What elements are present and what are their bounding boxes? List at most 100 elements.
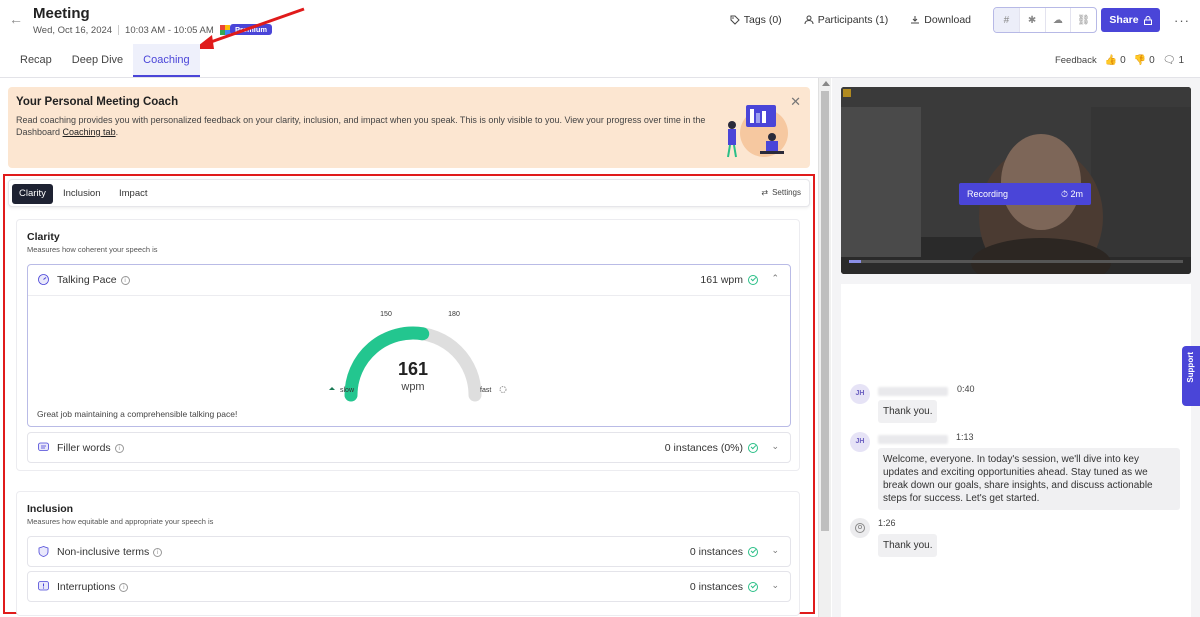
chevron-down-icon[interactable]: ⌄: [771, 545, 779, 556]
info-icon[interactable]: i: [119, 582, 129, 592]
info-icon[interactable]: i: [153, 547, 163, 557]
comments-button[interactable]: 🗨 1: [1163, 55, 1184, 66]
video-player[interactable]: Recording ⏱ 2m: [841, 87, 1191, 274]
recording-pill: Recording ⏱ 2m: [959, 183, 1091, 205]
shield-icon: [38, 546, 49, 557]
settings-label: Settings: [772, 188, 801, 197]
scrollbar-thumb[interactable]: [821, 91, 829, 531]
download-icon: [911, 16, 920, 24]
filler-words-row[interactable]: Filler words i 0 instances (0%) ⌄: [27, 432, 791, 463]
chevron-down-icon[interactable]: ⌄: [771, 580, 779, 591]
non-inclusive-value: 0 instances: [689, 546, 743, 558]
chat-bubble-icon: [38, 442, 49, 451]
close-icon[interactable]: ✕: [790, 94, 801, 110]
thumbs-down-icon: 👎: [1133, 55, 1147, 66]
filler-words-label: Filler words: [57, 442, 111, 454]
slow-label: slow: [340, 387, 355, 394]
header-actions: Tags (0) Participants (1) Download # ✱ ☁…: [730, 7, 1200, 33]
user-icon: [855, 523, 865, 533]
speaker-name-redacted: [878, 387, 948, 396]
feedback-bar: Feedback 👍 0 👎 0 🗨 1: [1055, 55, 1184, 66]
speaker-name-redacted: [878, 435, 948, 444]
left-panel-scrollbar[interactable]: [818, 78, 831, 617]
inclusion-description: Measures how equitable and appropriate y…: [27, 517, 214, 526]
feedback-label: Feedback: [1054, 55, 1097, 66]
slack-icon[interactable]: #: [994, 8, 1020, 32]
meta-divider: [118, 25, 120, 35]
recording-panel: Recording ⏱ 2m JH 0:40 Thank you. JH 1:1…: [832, 78, 1200, 617]
integrations-group: # ✱ ☁ ⛓: [993, 7, 1097, 33]
transcript-text: Thank you.: [878, 534, 938, 557]
non-inclusive-terms-row[interactable]: Non-inclusive terms i 0 instances ⌄: [27, 536, 791, 567]
interruptions-row[interactable]: Interruptions i 0 instances ⌄: [27, 571, 791, 602]
talking-pace-value-group: 161 wpm: [700, 274, 758, 286]
filler-words-label-group: Filler words i: [57, 442, 124, 454]
video-frame: [841, 87, 1191, 274]
subtab-impact[interactable]: Impact: [112, 184, 155, 204]
main-tabs: Recap Deep Dive Coaching: [10, 44, 200, 77]
premium-badge: Premium: [230, 24, 273, 35]
coaching-tab-link[interactable]: Coaching tab: [63, 127, 116, 137]
user-icon: [804, 15, 814, 25]
hubspot-icon[interactable]: ✱: [1020, 8, 1046, 32]
filler-words-value: 0 instances (0%): [664, 442, 743, 454]
inclusion-title: Inclusion: [27, 503, 74, 515]
slow-indicator-icon: [329, 387, 335, 390]
subtab-clarity[interactable]: Clarity: [12, 184, 53, 204]
non-inclusive-label: Non-inclusive terms: [57, 546, 150, 558]
salesforce-icon[interactable]: ☁: [1046, 8, 1072, 32]
alert-bubble-icon: [38, 581, 49, 591]
tab-coaching[interactable]: Coaching: [133, 44, 200, 77]
check-circle-icon: [748, 275, 758, 285]
subtab-inclusion[interactable]: Inclusion: [56, 184, 108, 204]
participants-button[interactable]: Participants (1): [804, 14, 888, 26]
interruptions-label: Interruptions: [57, 581, 116, 593]
tags-label: Tags (0): [743, 14, 782, 26]
transcript-entry: JH 1:13 Welcome, everyone. In today's se…: [850, 432, 1190, 512]
pace-gauge: 150 180 161 wpm slow fast: [329, 311, 507, 402]
share-button[interactable]: Share: [1101, 8, 1160, 32]
chevron-up-icon[interactable]: ⌃: [771, 273, 779, 284]
download-button[interactable]: Download: [910, 14, 971, 26]
talking-pace-label: Talking Pace: [57, 274, 117, 286]
tab-recap[interactable]: Recap: [10, 44, 62, 77]
interruptions-label-group: Interruptions i: [57, 581, 129, 593]
tab-deep-dive[interactable]: Deep Dive: [62, 44, 133, 77]
settings-button[interactable]: ⇄ Settings: [761, 188, 801, 197]
thumbs-down-button[interactable]: 👎 0: [1134, 55, 1155, 66]
coach-illustration: [727, 105, 788, 158]
talking-pace-row[interactable]: Talking Pace i 161 wpm ⌃ 150 180 161 wpm…: [27, 264, 791, 427]
transcript-timestamp[interactable]: 1:26: [878, 518, 896, 528]
talking-pace-label-group: Talking Pace i: [57, 274, 130, 286]
thumbs-up-count: 0: [1120, 55, 1126, 66]
link-icon[interactable]: ⛓: [1071, 8, 1096, 32]
comments-count: 1: [1178, 55, 1184, 66]
info-icon[interactable]: i: [120, 275, 130, 285]
info-icon[interactable]: i: [114, 443, 124, 453]
transcript-entry: 1:26 Thank you.: [850, 518, 1190, 558]
avatar: JH: [850, 432, 870, 452]
scroll-up-arrow-icon[interactable]: [822, 81, 830, 86]
gauge-max-label: 180: [448, 311, 460, 318]
check-circle-icon: [748, 547, 758, 557]
chevron-down-icon[interactable]: ⌄: [771, 441, 779, 452]
coaching-subtabs: Clarity Inclusion Impact ⇄ Settings: [8, 179, 810, 207]
transcript-timestamp[interactable]: 0:40: [957, 384, 975, 394]
fast-indicator-icon: [499, 386, 507, 393]
header-bar: ← Meeting Wed, Oct 16, 2024 10:03 AM - 1…: [0, 0, 1200, 78]
support-tab[interactable]: Support: [1182, 346, 1200, 406]
talking-pace-value: 161 wpm: [700, 274, 743, 286]
back-arrow-icon[interactable]: ←: [9, 12, 23, 26]
lock-icon: [1143, 15, 1152, 25]
filler-words-value-group: 0 instances (0%): [665, 442, 758, 454]
transcript-timestamp[interactable]: 1:13: [956, 432, 974, 442]
more-options-icon[interactable]: ···: [1174, 13, 1190, 28]
video-progress-bar[interactable]: [849, 260, 1183, 263]
clarity-card: Clarity Measures how coherent your speec…: [16, 219, 800, 471]
banner-body: Read coaching provides you with personal…: [16, 115, 706, 137]
tags-button[interactable]: Tags (0): [730, 14, 782, 26]
thumbs-up-icon: 👍: [1104, 55, 1118, 66]
google-meet-icon: [219, 25, 230, 35]
non-inclusive-label-group: Non-inclusive terms i: [57, 546, 163, 558]
thumbs-up-button[interactable]: 👍 0: [1105, 55, 1126, 66]
